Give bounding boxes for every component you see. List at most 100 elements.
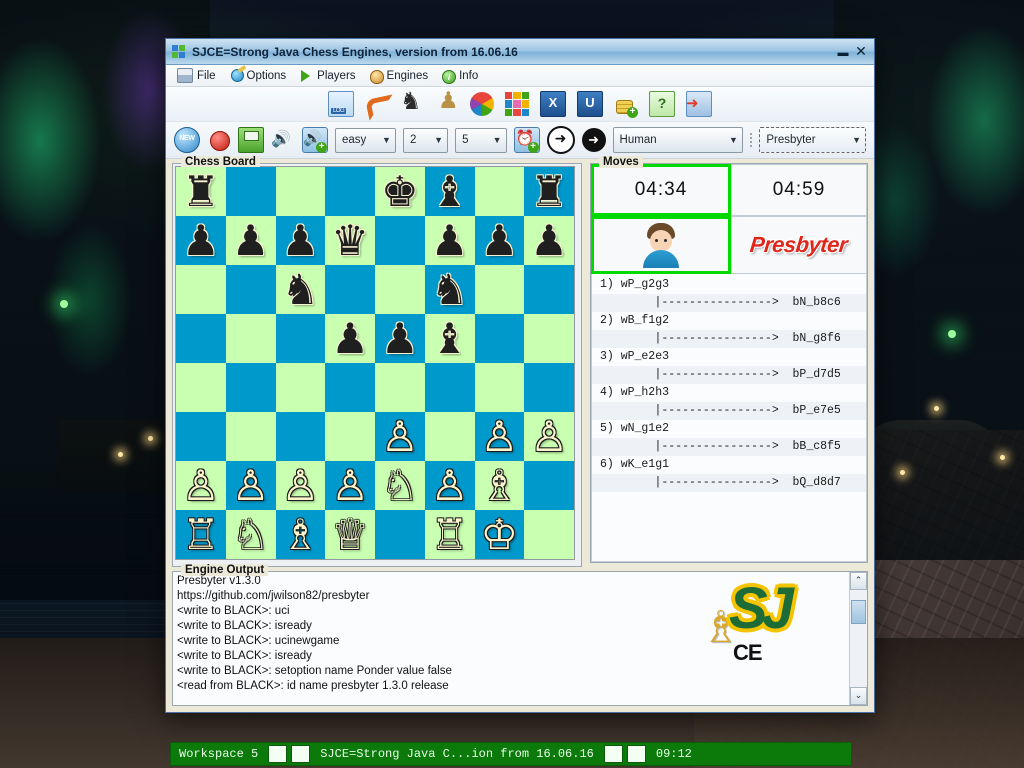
chess-piece[interactable]: ♟ <box>282 219 320 262</box>
black-player-select[interactable]: Presbyter ▼ <box>759 127 867 153</box>
scroll-up-icon[interactable]: ⌃ <box>850 572 867 590</box>
move-row[interactable]: |----------------> bN_b8c6 <box>592 294 866 312</box>
board-square[interactable] <box>225 363 276 412</box>
white-player-select[interactable]: Human ▼ <box>612 127 743 153</box>
move-row[interactable]: |----------------> bN_g8f6 <box>592 330 866 348</box>
chess-piece[interactable]: ♚ <box>381 170 419 213</box>
board-square[interactable] <box>474 167 525 216</box>
chess-piece[interactable]: ♙ <box>282 464 320 507</box>
taskbar-box[interactable] <box>603 745 623 763</box>
threads-select[interactable]: 5 ▼ <box>455 127 507 153</box>
board-square[interactable] <box>424 412 475 461</box>
board-square[interactable]: ♞ <box>275 265 326 314</box>
board-square[interactable] <box>524 461 574 510</box>
board-square[interactable] <box>275 314 326 363</box>
new-badge-icon[interactable]: NEW <box>174 127 200 153</box>
board-square[interactable]: ♘ <box>225 510 276 559</box>
chess-piece[interactable]: ♟ <box>381 317 419 360</box>
arrow-right-circle-filled-icon[interactable]: ➜ <box>581 128 606 152</box>
chess-piece[interactable]: ♝ <box>431 317 469 360</box>
board-square[interactable] <box>524 510 574 559</box>
chess-piece[interactable]: ♙ <box>381 415 419 458</box>
move-row[interactable]: 6) wK_e1g1 <box>592 456 866 474</box>
white-player-cell[interactable] <box>591 216 731 274</box>
board-square[interactable]: ♛ <box>325 216 375 265</box>
chess-piece[interactable]: ♝ <box>431 170 469 213</box>
board-square[interactable] <box>325 412 375 461</box>
move-row[interactable]: |----------------> bP_d7d5 <box>592 366 866 384</box>
scrollbar-thumb[interactable] <box>851 600 866 624</box>
move-row[interactable]: 5) wN_g1e2 <box>592 420 866 438</box>
board-square[interactable]: ♙ <box>474 412 525 461</box>
board-square[interactable] <box>225 412 276 461</box>
board-square[interactable]: ♞ <box>424 265 475 314</box>
menu-item-players[interactable]: Players <box>294 68 360 83</box>
board-square[interactable]: ♘ <box>375 461 425 510</box>
board-square[interactable]: ♟ <box>176 216 226 265</box>
chess-piece[interactable]: ♙ <box>530 415 568 458</box>
chess-piece[interactable]: ♞ <box>431 268 469 311</box>
move-row[interactable]: |----------------> bB_c8f5 <box>592 438 866 456</box>
board-square[interactable] <box>225 265 276 314</box>
arrow-right-circle-outline-icon[interactable]: ➜ <box>546 126 575 154</box>
speaker-icon[interactable] <box>271 128 295 152</box>
board-square[interactable] <box>375 216 425 265</box>
exit-door-icon[interactable] <box>686 91 712 117</box>
black-player-cell[interactable]: Presbyter <box>731 216 867 274</box>
board-square[interactable] <box>225 167 276 216</box>
menu-item-options[interactable]: Options <box>224 68 292 83</box>
scroll-down-icon[interactable]: ⌄ <box>850 687 867 705</box>
board-square[interactable]: ♗ <box>275 510 326 559</box>
chess-piece[interactable]: ♙ <box>232 464 270 507</box>
board-square[interactable]: ♙ <box>424 461 475 510</box>
board-square[interactable]: ♖ <box>176 510 226 559</box>
menu-item-info[interactable]: i Info <box>436 68 483 84</box>
board-square[interactable] <box>176 412 226 461</box>
red-stop-icon[interactable] <box>207 128 231 152</box>
chess-piece[interactable]: ♔ <box>481 513 519 556</box>
chess-piece[interactable]: ♟ <box>481 219 519 262</box>
chess-piece[interactable]: ♟ <box>431 219 469 262</box>
letter-x-icon[interactable]: X <box>540 91 566 117</box>
gold-pawn-icon[interactable] <box>435 87 459 116</box>
level-select[interactable]: easy ▼ <box>335 127 396 153</box>
chess-piece[interactable]: ♜ <box>530 170 568 213</box>
board-square[interactable]: ♙ <box>225 461 276 510</box>
board-square[interactable]: ♟ <box>375 314 425 363</box>
minimize-button[interactable]: ▬ <box>834 41 852 62</box>
board-square[interactable]: ♝ <box>424 167 475 216</box>
log-document-icon[interactable] <box>328 91 354 117</box>
add-coins-icon[interactable] <box>614 92 638 118</box>
board-square[interactable] <box>275 167 326 216</box>
board-square[interactable] <box>325 167 375 216</box>
board-square[interactable]: ♝ <box>424 314 475 363</box>
board-square[interactable]: ♟ <box>474 216 525 265</box>
board-square[interactable] <box>474 314 525 363</box>
chess-piece[interactable]: ♙ <box>182 464 220 507</box>
taskbar-workspace[interactable]: Workspace 5 <box>171 747 266 761</box>
board-square[interactable] <box>176 265 226 314</box>
chess-piece[interactable]: ♙ <box>431 464 469 507</box>
move-row[interactable]: |----------------> bQ_d8d7 <box>592 474 866 492</box>
board-square[interactable]: ♜ <box>524 167 574 216</box>
move-row[interactable]: 4) wP_h2h3 <box>592 384 866 402</box>
board-square[interactable] <box>325 363 375 412</box>
chess-piece[interactable]: ♜ <box>182 170 220 213</box>
speaker-plus-icon[interactable] <box>302 127 328 153</box>
alarm-clock-plus-icon[interactable] <box>513 127 540 153</box>
board-square[interactable]: ♟ <box>424 216 475 265</box>
chess-piece[interactable]: ♕ <box>331 513 369 556</box>
board-square[interactable]: ♙ <box>375 412 425 461</box>
undo-arrow-icon[interactable] <box>365 92 389 116</box>
board-square[interactable]: ♜ <box>176 167 226 216</box>
board-square[interactable]: ♟ <box>275 216 326 265</box>
board-square[interactable] <box>225 314 276 363</box>
chess-piece[interactable]: ♟ <box>530 219 568 262</box>
board-square[interactable] <box>474 363 525 412</box>
chess-piece[interactable]: ♗ <box>282 513 320 556</box>
board-square[interactable] <box>474 265 525 314</box>
chess-piece[interactable]: ♟ <box>331 317 369 360</box>
depth-select[interactable]: 2 ▼ <box>402 127 449 153</box>
chess-piece[interactable]: ♟ <box>182 219 220 262</box>
board-square[interactable]: ♙ <box>325 461 375 510</box>
